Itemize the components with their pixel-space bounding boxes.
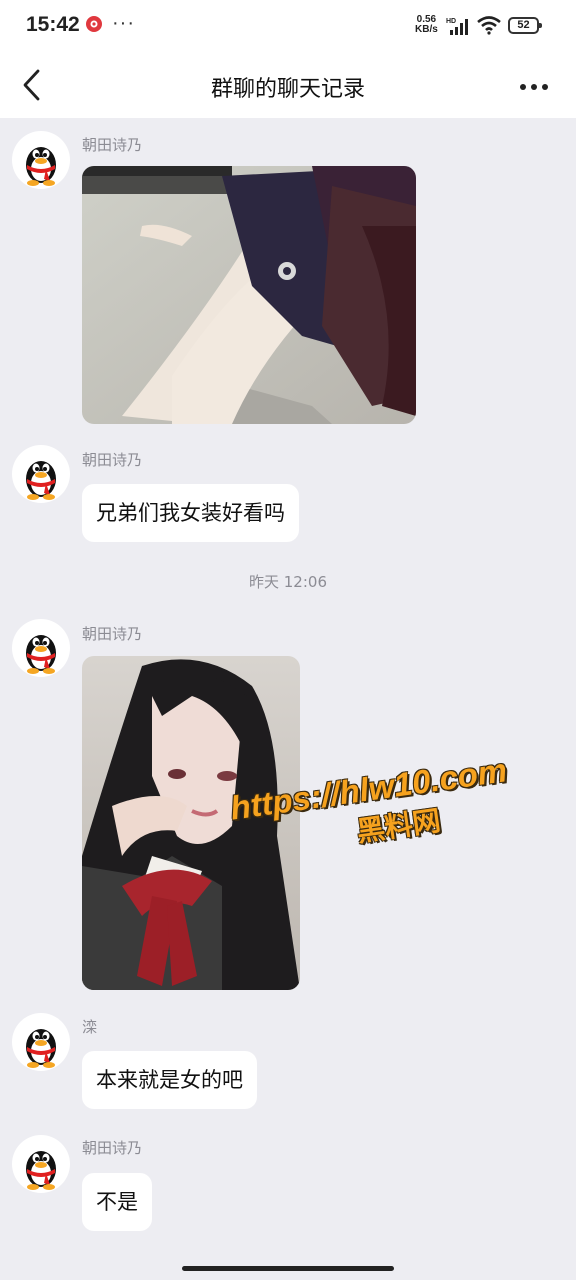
avatar[interactable] <box>12 131 70 189</box>
sender-name: 朝田诗乃 <box>82 136 143 154</box>
more-dots-icon <box>520 84 548 90</box>
text-message[interactable]: 不是 <box>82 1173 152 1231</box>
home-indicator[interactable] <box>182 1266 394 1271</box>
penguin-avatar-icon <box>12 1013 70 1071</box>
cell-signal-icon: HD <box>446 16 472 40</box>
status-time: 15:42 <box>26 13 80 36</box>
more-button[interactable] <box>518 78 550 90</box>
sender-name: 朝田诗乃 <box>82 625 143 643</box>
page-title: 群聊的聊天记录 <box>210 77 365 102</box>
image-message[interactable] <box>82 166 416 424</box>
sender-name: 滦 <box>82 1018 98 1036</box>
text-message[interactable]: 本来就是女的吧 <box>82 1051 257 1109</box>
svg-text:HD: HD <box>446 18 456 25</box>
wifi-icon <box>476 15 502 39</box>
penguin-avatar-icon <box>12 131 70 189</box>
avatar[interactable] <box>12 445 70 503</box>
sender-name: 朝田诗乃 <box>82 1139 143 1157</box>
battery-indicator: 52 <box>508 17 542 34</box>
photo-costume-floor <box>82 166 416 424</box>
penguin-avatar-icon <box>12 445 70 503</box>
message-timestamp: 昨天 12:06 <box>249 573 327 591</box>
sender-name: 朝田诗乃 <box>82 451 143 469</box>
network-speed: 0.56 KB/s <box>415 15 438 35</box>
status-bar: 15:42 ··· 0.56 KB/s HD 52 <box>0 0 576 52</box>
status-more-dots: ··· <box>112 12 135 34</box>
avatar[interactable] <box>12 1135 70 1193</box>
text-message[interactable]: 兄弟们我女装好看吗 <box>82 484 299 542</box>
avatar[interactable] <box>12 1013 70 1071</box>
nav-bar: 群聊的聊天记录 <box>0 52 576 118</box>
red-flower-icon <box>84 15 104 35</box>
network-speed-unit: KB/s <box>415 24 438 35</box>
avatar[interactable] <box>12 619 70 677</box>
penguin-avatar-icon <box>12 619 70 677</box>
penguin-avatar-icon <box>12 1135 70 1193</box>
